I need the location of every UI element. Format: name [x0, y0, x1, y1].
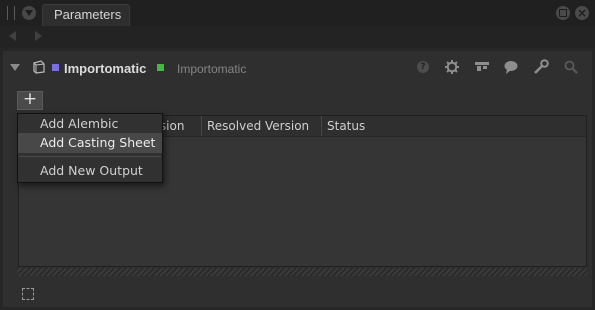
- node-icon: [33, 60, 45, 74]
- tab-menu-icon[interactable]: [22, 6, 36, 20]
- node-class-label: Importomatic: [177, 62, 247, 76]
- menu-separator: [19, 156, 161, 157]
- node-color-swatch-right[interactable]: [157, 64, 164, 71]
- selection-icon[interactable]: [22, 288, 34, 300]
- gear-icon[interactable]: [444, 59, 460, 75]
- node-color-swatch-left[interactable]: [52, 64, 59, 71]
- maximize-icon[interactable]: [556, 6, 570, 20]
- menu-item-add-casting-sheet[interactable]: Add Casting Sheet: [18, 133, 162, 153]
- column-header-resolved-version[interactable]: Resolved Version: [201, 116, 320, 136]
- collapse-triangle-icon[interactable]: [10, 64, 20, 71]
- panel-grip-icon[interactable]: [7, 6, 15, 20]
- layout-icon[interactable]: [474, 59, 490, 75]
- help-icon[interactable]: ?: [415, 59, 431, 75]
- node-name[interactable]: Importomatic: [64, 61, 146, 76]
- forward-arrow-icon[interactable]: [35, 31, 42, 41]
- resize-handle[interactable]: [17, 268, 588, 276]
- back-arrow-icon[interactable]: [9, 31, 16, 41]
- menu-item-add-alembic[interactable]: Add Alembic: [18, 114, 162, 134]
- navigation-bar: [0, 26, 595, 48]
- menu-item-add-new-output[interactable]: Add New Output: [18, 161, 162, 181]
- column-header-status[interactable]: Status: [321, 116, 387, 136]
- comment-icon[interactable]: [503, 59, 519, 75]
- search-icon[interactable]: [563, 59, 579, 75]
- tab-parameters[interactable]: Parameters: [42, 4, 130, 26]
- add-button[interactable]: +: [17, 91, 43, 110]
- close-icon[interactable]: ×: [575, 6, 589, 20]
- wrench-icon[interactable]: [533, 59, 549, 75]
